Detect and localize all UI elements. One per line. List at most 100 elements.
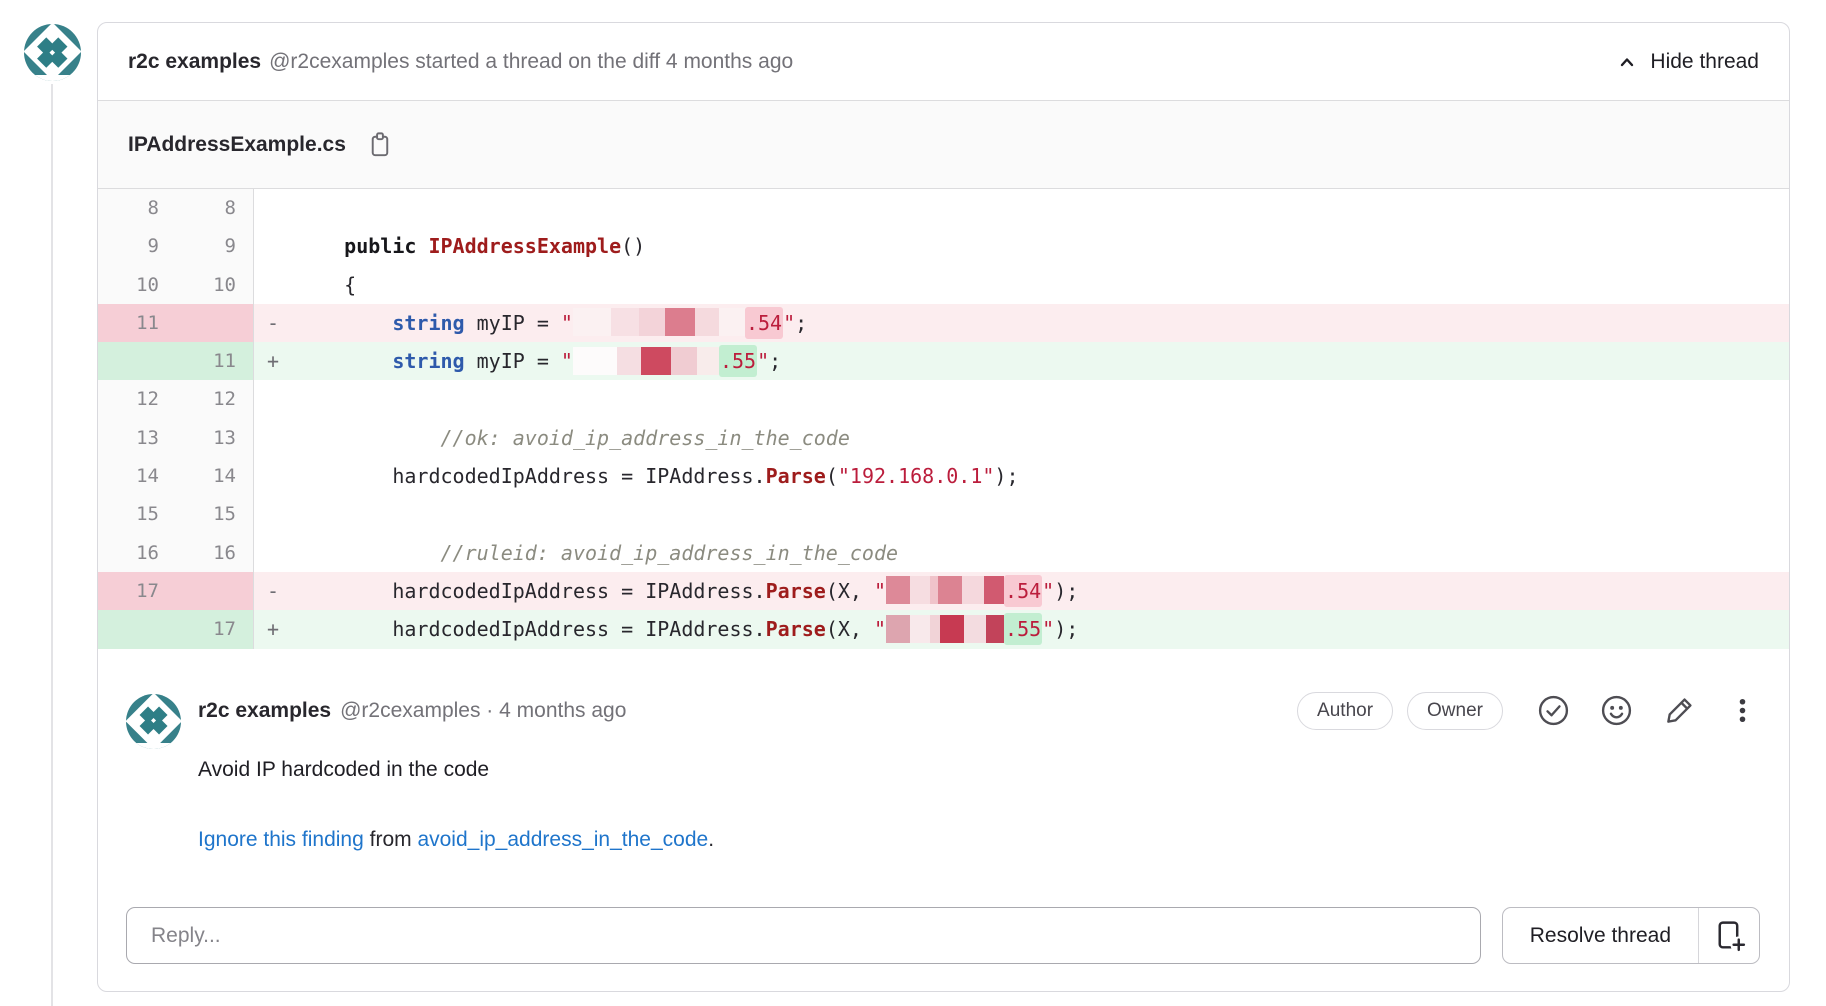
resolve-check-button[interactable] (1537, 694, 1570, 727)
code-line: //ok: avoid_ip_address_in_the_code (296, 419, 1789, 457)
code-line (296, 189, 1789, 227)
diff-marker (254, 189, 296, 227)
create-issue-from-thread-button[interactable] (1699, 908, 1759, 963)
code-token: " (874, 579, 886, 603)
ignore-finding-line: Ignore this finding from avoid_ip_addres… (198, 828, 1761, 852)
code-token: IPAddressExample (428, 234, 621, 258)
new-line-number[interactable]: 14 (176, 457, 254, 495)
diff-row: 17+ hardcodedIpAddress = IPAddress.Parse… (98, 610, 1789, 648)
old-line-number[interactable]: 9 (98, 227, 176, 265)
old-line-number[interactable]: 10 (98, 266, 176, 304)
new-line-number[interactable]: 11 (176, 342, 254, 380)
new-line-number[interactable]: 13 (176, 419, 254, 457)
resolve-thread-button[interactable]: Resolve thread (1502, 907, 1760, 964)
diff-marker: - (254, 304, 296, 342)
new-line-number[interactable]: 8 (176, 189, 254, 227)
comment-body: Avoid IP hardcoded in the code (198, 758, 1761, 782)
diff-marker (254, 266, 296, 304)
code-token: (X, (826, 579, 874, 603)
diff-row: 17 - hardcodedIpAddress = IPAddress.Parse… (98, 572, 1789, 610)
thread-card: r2c examples@r2cexamples started a threa… (97, 22, 1790, 992)
code-token: //ruleid: avoid_ip_address_in_the_code (296, 541, 898, 565)
avatar-diamond (151, 718, 168, 735)
code-token: " (874, 617, 886, 641)
pencil-icon (1663, 694, 1696, 727)
old-line-number[interactable]: 17 (98, 572, 176, 610)
code-token (296, 311, 392, 335)
code-line: //ruleid: avoid_ip_address_in_the_code (296, 534, 1789, 572)
rule-link[interactable]: avoid_ip_address_in_the_code (417, 828, 708, 851)
new-line-number[interactable] (176, 304, 254, 342)
code-line (296, 495, 1789, 533)
document-plus-icon (1711, 917, 1748, 954)
old-line-number[interactable]: 11 (98, 304, 176, 342)
owner-badge: Owner (1407, 692, 1503, 730)
new-line-number[interactable]: 12 (176, 380, 254, 418)
diff-marker (254, 534, 296, 572)
hide-thread-button[interactable]: Hide thread (1615, 50, 1759, 74)
chevron-up-icon (1615, 50, 1639, 74)
hide-thread-label: Hide thread (1650, 50, 1759, 74)
diff-row: 1414 hardcodedIpAddress = IPAddress.Pars… (98, 457, 1789, 495)
comment-author-name: r2c examples (198, 699, 331, 723)
code-token: public (344, 234, 416, 258)
code-token: (X, (826, 617, 874, 641)
thread-author-avatar[interactable] (24, 24, 81, 81)
edit-comment-button[interactable] (1663, 694, 1696, 727)
code-token: hardcodedIpAddress = IPAddress. (296, 617, 766, 641)
diff-row: 1010 { (98, 266, 1789, 304)
add-reaction-button[interactable] (1600, 694, 1633, 727)
diff-row: 1212 (98, 380, 1789, 418)
old-line-number[interactable]: 8 (98, 189, 176, 227)
diff-marker: + (254, 342, 296, 380)
new-line-number[interactable]: 15 (176, 495, 254, 533)
reply-input[interactable] (126, 907, 1481, 964)
code-token: ( (826, 464, 838, 488)
old-line-number[interactable]: 14 (98, 457, 176, 495)
thread-author-name: r2c examples (128, 50, 261, 73)
code-token: " (561, 311, 573, 335)
new-line-number[interactable]: 17 (176, 610, 254, 648)
old-line-number[interactable] (98, 342, 176, 380)
more-actions-button[interactable] (1726, 694, 1759, 727)
old-line-number[interactable]: 15 (98, 495, 176, 533)
kebab-menu-icon (1726, 694, 1759, 727)
code-token: Parse (766, 579, 826, 603)
code-token: Parse (766, 464, 826, 488)
new-line-number[interactable]: 16 (176, 534, 254, 572)
code-token: myIP = (465, 311, 561, 335)
copy-icon (364, 129, 395, 160)
file-name: IPAddressExample.cs (128, 133, 346, 157)
diff-marker (254, 457, 296, 495)
code-token: () (621, 234, 645, 258)
diff-marker: + (254, 610, 296, 648)
code-line (296, 380, 1789, 418)
thread-header: r2c examples@r2cexamples started a threa… (98, 23, 1789, 101)
code-token: Parse (766, 617, 826, 641)
new-line-number[interactable]: 9 (176, 227, 254, 265)
code-token: hardcodedIpAddress = IPAddress. (296, 464, 766, 488)
code-line: public IPAddressExample() (296, 227, 1789, 265)
comment-author-avatar[interactable] (126, 694, 181, 749)
file-header: IPAddressExample.cs (98, 101, 1789, 189)
diff-marker: - (254, 572, 296, 610)
redacted-ip (573, 308, 745, 336)
code-token: hardcodedIpAddress = IPAddress. (296, 579, 766, 603)
new-line-number[interactable] (176, 572, 254, 610)
old-line-number[interactable] (98, 610, 176, 648)
code-token: ; (769, 349, 781, 373)
copy-file-path-button[interactable] (364, 129, 395, 160)
discussion-page: r2c examples@r2cexamples started a threa… (0, 0, 1826, 1006)
code-token: string (392, 349, 464, 373)
thread-title: r2c examples@r2cexamples started a threa… (128, 50, 793, 74)
reply-row: Resolve thread (126, 907, 1760, 964)
diff-marker (254, 227, 296, 265)
old-line-number[interactable]: 13 (98, 419, 176, 457)
code-line: string myIP = ".55"; (296, 342, 1789, 380)
ignore-finding-link[interactable]: Ignore this finding (198, 828, 364, 851)
new-line-number[interactable]: 10 (176, 266, 254, 304)
old-line-number[interactable]: 16 (98, 534, 176, 572)
code-token: .54 (1004, 575, 1042, 607)
code-line: { (296, 266, 1789, 304)
old-line-number[interactable]: 12 (98, 380, 176, 418)
